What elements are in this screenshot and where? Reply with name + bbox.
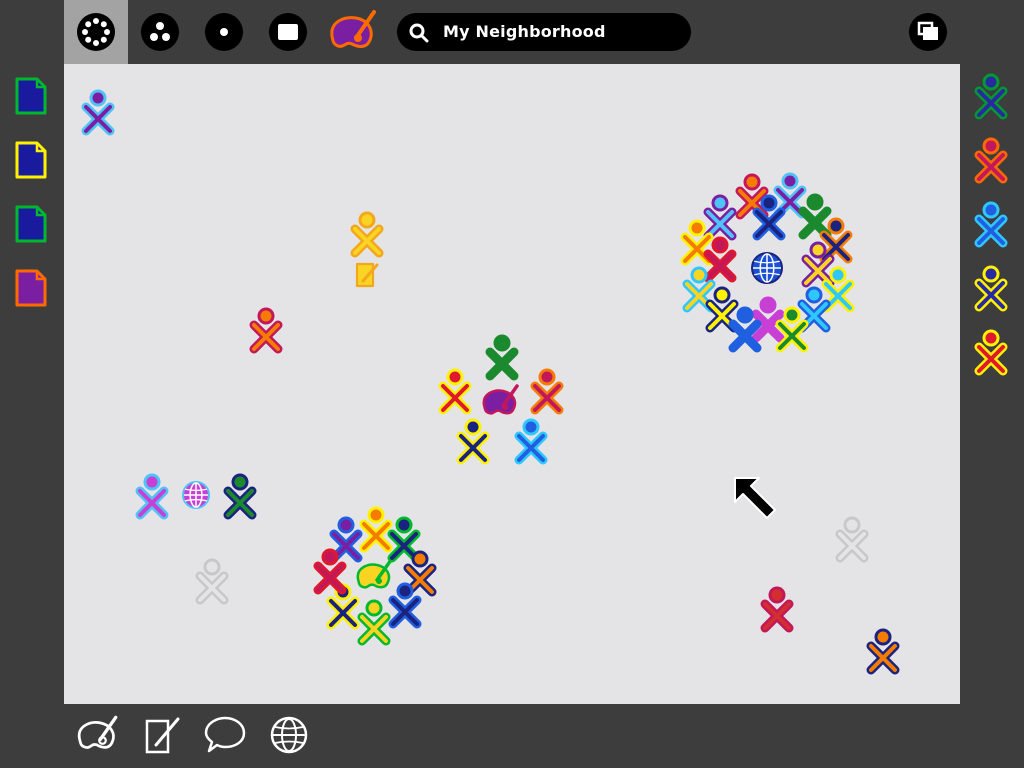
- buddy-icon: [775, 306, 809, 353]
- neighborhood-icon: [77, 13, 115, 51]
- buddy-icon: [195, 558, 229, 605]
- paint-icon[interactable]: [482, 384, 519, 415]
- frame-toggle-button[interactable]: [896, 0, 960, 64]
- paint-icon: [330, 10, 376, 48]
- buddy-icon: [703, 194, 737, 241]
- clipboard-document-icon[interactable]: [15, 205, 47, 243]
- friend-buddy-icon[interactable]: [974, 137, 1008, 184]
- buddy-icon: [485, 334, 519, 381]
- activity-view-button[interactable]: [256, 0, 320, 64]
- buddy-icon: [530, 368, 564, 415]
- activity-tray: [0, 704, 1024, 768]
- buddy-icon: [703, 236, 737, 283]
- friend-buddy-icon[interactable]: [974, 329, 1008, 376]
- search-field[interactable]: My Neighborhood: [397, 13, 691, 51]
- clipboard-document-icon[interactable]: [15, 269, 47, 307]
- buddy-icon: [249, 307, 283, 354]
- buddy-icon: [388, 582, 422, 629]
- buddy-icon: [514, 418, 548, 465]
- buddy-icon: [798, 193, 832, 240]
- frame-toggle-icon: [909, 13, 947, 51]
- neighborhood-mesh: [81, 89, 900, 675]
- friend-buddy-icon[interactable]: [974, 73, 1008, 120]
- buddy-icon: [350, 211, 384, 258]
- clipboard-tray: [0, 64, 64, 704]
- buddy-icon: [456, 418, 490, 465]
- buddy-icon: [735, 173, 769, 220]
- buddy-icon: [801, 241, 835, 288]
- buddy-icon: [752, 194, 786, 241]
- clipboard-document-icon[interactable]: [15, 77, 47, 115]
- neighborhood-view-button[interactable]: [64, 0, 128, 64]
- activity-icon: [269, 13, 307, 51]
- buddy-icon: [866, 628, 900, 675]
- buddy-icon: [760, 586, 794, 633]
- chat-icon[interactable]: [204, 716, 246, 753]
- group-view-button[interactable]: [128, 0, 192, 64]
- friend-buddy-icon[interactable]: [974, 201, 1008, 248]
- home-icon: [205, 13, 243, 51]
- buddy-icon: [81, 89, 115, 136]
- buddy-icon: [359, 506, 393, 553]
- paint-activity-button[interactable]: [320, 0, 384, 64]
- buddy-icon: [438, 368, 472, 415]
- buddy-icon: [329, 516, 363, 563]
- pointer-arrow-icon: [734, 477, 776, 519]
- browse-icon[interactable]: [751, 252, 783, 284]
- browse-icon[interactable]: [182, 481, 210, 509]
- buddy-icon: [728, 306, 762, 353]
- group-icon: [141, 13, 179, 51]
- buddy-icon: [835, 516, 869, 563]
- buddy-icon: [751, 296, 785, 343]
- clipboard-document-icon[interactable]: [15, 141, 47, 179]
- friend-buddy-icon[interactable]: [974, 265, 1008, 312]
- buddy-icon: [135, 473, 169, 520]
- buddy-icon: [313, 548, 347, 595]
- friends-tray: [960, 64, 1024, 704]
- neighborhood-canvas[interactable]: [64, 64, 960, 704]
- write-icon[interactable]: [145, 717, 180, 754]
- buddy-icon: [819, 217, 853, 264]
- buddy-icon: [223, 473, 257, 520]
- search-icon: [409, 23, 429, 43]
- write-icon[interactable]: [355, 262, 379, 288]
- home-view-button[interactable]: [192, 0, 256, 64]
- paint-icon[interactable]: [356, 558, 393, 589]
- buddy-icon: [387, 516, 421, 563]
- browse-icon[interactable]: [270, 716, 308, 754]
- paint-icon[interactable]: [77, 715, 118, 749]
- search-label: My Neighborhood: [443, 22, 606, 41]
- top-toolbar: My Neighborhood: [0, 0, 1024, 64]
- buddy-icon: [357, 599, 391, 646]
